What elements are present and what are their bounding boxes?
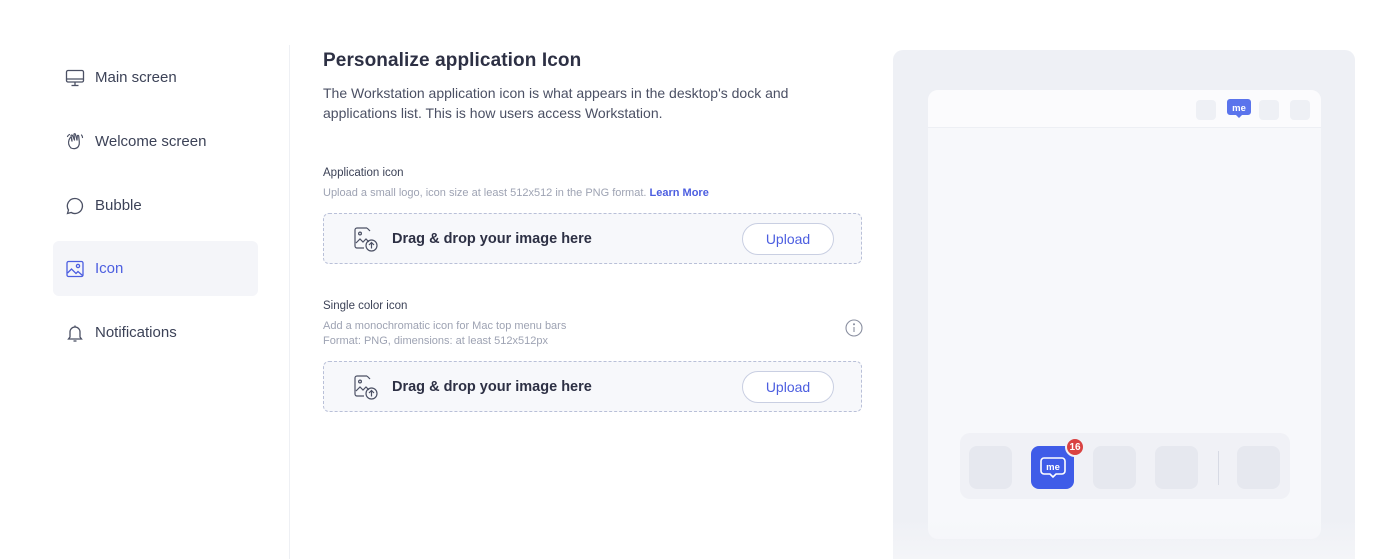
menubar-placeholder [1196,100,1216,120]
single-color-icon-dropzone[interactable]: Drag & drop your image here Upload [323,361,862,412]
menubar-placeholder [1290,100,1310,120]
sidebar-item-main-screen[interactable]: Main screen [53,50,258,105]
menubar-app-icon: me [1226,97,1252,121]
dropzone-text: Drag & drop your image here [392,230,592,247]
dock-app-placeholder [1155,446,1198,489]
sidebar-item-label: Bubble [95,197,142,214]
dock-logo-text: me [1046,462,1060,473]
preview-window: me me 16 [928,90,1321,539]
dock-app-placeholder [969,446,1012,489]
dock-app-placeholder [1093,446,1136,489]
upload-button[interactable]: Upload [742,223,834,255]
sidebar-item-notifications[interactable]: Notifications [53,305,258,360]
image-icon [65,259,85,279]
section-subtitle-line-2: Format: PNG, dimensions: at least 512x51… [323,335,548,347]
chat-bubble-icon [65,196,85,216]
section-subtitle: Upload a small logo, icon size at least … [323,186,863,201]
page-title: Personalize application Icon [323,50,582,71]
application-icon-section: Application icon Upload a small logo, ic… [323,167,863,264]
notification-badge: 16 [1065,437,1085,457]
preview-dock: me 16 [960,433,1290,499]
waving-hand-icon [65,132,85,152]
dropzone-text: Drag & drop your image here [392,378,592,395]
learn-more-link[interactable]: Learn More [650,187,709,199]
monitor-icon [65,68,85,88]
upload-button[interactable]: Upload [742,371,834,403]
dock-app-placeholder [1237,446,1280,489]
section-subtitle-text: Upload a small logo, icon size at least … [323,187,647,199]
sidebar-item-bubble[interactable]: Bubble [53,178,258,233]
main-content: Personalize application Icon The Worksta… [323,50,863,412]
application-icon-dropzone[interactable]: Drag & drop your image here Upload [323,213,862,264]
page-description: The Workstation application icon is what… [323,85,789,121]
section-subtitle-line-1: Add a monochromatic icon for Mac top men… [323,320,567,332]
sidebar-item-label: Main screen [95,69,177,86]
icon-preview-panel: me me 16 [893,50,1355,559]
single-color-icon-section: Single color icon Add a monochromatic ic… [323,300,863,412]
sidebar-item-icon[interactable]: Icon [53,241,258,296]
section-title: Single color icon [323,300,408,312]
preview-bottom-fade [893,519,1355,559]
dock-separator [1218,451,1219,485]
app-frame: Main screen Welcome screen Bubble Icon N… [0,0,1375,559]
image-upload-icon [350,224,380,254]
top-edge [0,0,1375,40]
section-title: Application icon [323,167,404,179]
bell-icon [65,323,85,343]
image-upload-icon [350,372,380,402]
preview-menubar: me [928,90,1321,128]
menubar-logo-text: me [1232,103,1246,114]
info-icon[interactable] [845,319,863,337]
sidebar-divider [289,45,290,559]
sidebar-item-welcome-screen[interactable]: Welcome screen [53,114,258,169]
sidebar-item-label: Welcome screen [95,133,207,150]
menubar-placeholder [1259,100,1279,120]
sidebar-item-label: Notifications [95,324,177,341]
sidebar-item-label: Icon [95,260,124,277]
